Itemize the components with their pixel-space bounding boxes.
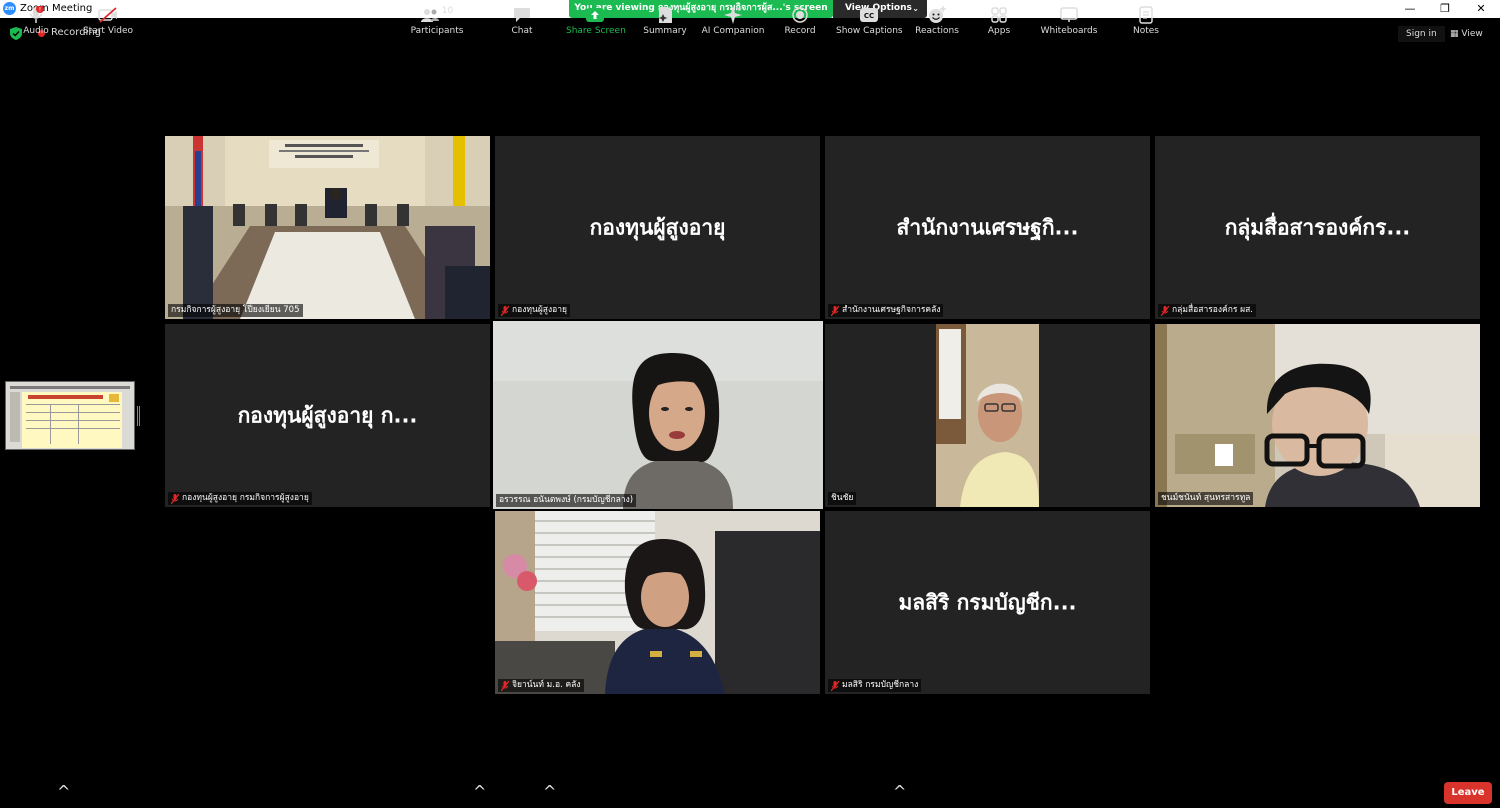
video-tile-participant[interactable]: มลสิริ กรมบัญชีก... มลสิริ กรมบัญชีกลาง (825, 511, 1150, 694)
apps-button[interactable]: Apps (985, 6, 1013, 38)
chat-options-caret[interactable]: ^ (543, 782, 556, 808)
share-screen-button[interactable]: Share Screen (566, 6, 626, 38)
participant-name-label: กรมกิจการผู้สูงอายุ โปียงเยียน 705 (168, 304, 303, 317)
meeting-toolbar (0, 770, 1500, 808)
participants-icon (420, 9, 439, 22)
woman-uniform-video (495, 511, 820, 694)
chat-bubble-icon (514, 8, 530, 22)
video-tile-participant[interactable]: กลุ่มสื่อสารองค์กร... กลุ่มสื่อสารองค์กร… (1155, 136, 1480, 319)
shared-document-preview (6, 382, 134, 449)
apps-icon (991, 7, 1007, 23)
participant-name-label: จิยาน์นท์ ม.อ. คลัง (498, 679, 584, 692)
woman-speaking-video (493, 321, 823, 509)
man-glasses-video (1155, 324, 1480, 507)
elderly-man-video (825, 324, 1150, 507)
restore-button[interactable]: ❐ (1425, 0, 1465, 18)
whiteboard-icon (1060, 7, 1078, 22)
thumbnail-drag-handle[interactable] (137, 406, 140, 426)
mic-muted-icon (831, 305, 839, 316)
mic-muted-icon (171, 493, 179, 504)
notes-icon (1139, 6, 1153, 24)
closed-captions-icon: CC (860, 8, 878, 22)
start-video-button[interactable]: Start Video (82, 6, 134, 38)
view-layout-button[interactable]: ▦ View (1450, 26, 1483, 42)
participant-display-name: มลสิริ กรมบัญชีก... (898, 590, 1077, 614)
ai-companion-button[interactable]: AI Companion (700, 6, 766, 38)
audio-options-caret[interactable]: ^ (57, 782, 70, 808)
close-button[interactable]: ✕ (1461, 0, 1500, 18)
record-icon (792, 7, 808, 23)
video-tile-conference-room[interactable]: กรมกิจการผู้สูงอายุ โปียงเยียน 705 (165, 136, 490, 319)
participant-display-name: กลุ่มสื่อสารองค์กร... (1224, 215, 1411, 239)
participant-name-label: กลุ่มสื่อสารองค์กร ผส. (1158, 304, 1257, 317)
show-captions-button[interactable]: CC Show Captions (836, 6, 903, 38)
chat-button[interactable]: Chat (507, 6, 537, 38)
participant-name-label: กองทุนผู้สูงอายุ (498, 304, 570, 317)
zoom-logo-icon: zm (3, 2, 16, 15)
video-tile-participant[interactable]: สำนักงานเศรษฐกิ... สำนักงานเศรษฐกิจการคล… (825, 136, 1150, 319)
whiteboards-button[interactable]: Whiteboards (1038, 6, 1100, 38)
participant-name-label: อรวรรณ อนันตพงษ์ (กรมบัญชีกลาง) (496, 494, 637, 507)
participant-name-label: กองทุนผู้สูงอายุ กรมกิจการผู้สูงอายุ (168, 492, 312, 505)
mic-muted-icon (501, 680, 509, 691)
leave-button[interactable]: Leave (1444, 782, 1492, 804)
mic-muted-icon (1161, 305, 1169, 316)
shared-screen-thumbnail[interactable] (5, 381, 135, 450)
video-tile-participant[interactable]: กองทุนผู้สูงอายุ กองทุนผู้สูงอายุ (495, 136, 820, 319)
participants-button[interactable]: 10 Participants (410, 6, 464, 38)
participant-name-label: มลสิริ กรมบัญชีกลาง (828, 679, 922, 692)
video-tile-participant[interactable]: กองทุนผู้สูงอายุ ก... กองทุนผู้สูงอายุ ก… (165, 324, 490, 507)
participant-name-label: สำนักงานเศรษฐกิจการคลัง (828, 304, 944, 317)
svg-text:CC: CC (864, 12, 874, 20)
microphone-icon: ! (29, 6, 44, 23)
summary-button[interactable]: Summary (642, 6, 688, 38)
video-off-icon (98, 7, 117, 23)
share-screen-icon (586, 8, 604, 22)
sparkle-icon (724, 6, 742, 24)
captions-options-caret[interactable]: ^ (893, 782, 906, 808)
svg-text:!: ! (39, 7, 41, 14)
video-tile-active-speaker[interactable]: อรวรรณ อนันตพงษ์ (กรมบัญชีกลาง) (493, 321, 823, 509)
mic-muted-icon (501, 305, 509, 316)
record-button[interactable]: Record (780, 6, 820, 38)
grid-icon: ▦ (1450, 29, 1459, 39)
summary-document-icon (658, 7, 672, 23)
minimize-button[interactable]: — (1390, 0, 1430, 18)
notes-button[interactable]: Notes (1130, 6, 1162, 38)
participant-display-name: กองทุนผู้สูงอายุ (589, 215, 726, 239)
video-tile-participant[interactable]: ชนม์ชนันท์ สุนทรสารทูล (1155, 324, 1480, 507)
smiley-plus-icon (929, 6, 946, 23)
participant-display-name: สำนักงานเศรษฐกิ... (896, 215, 1079, 239)
participant-name-label: ชนม์ชนันท์ สุนทรสารทูล (1158, 492, 1254, 505)
view-label: View (1461, 29, 1483, 39)
participant-display-name: กองทุนผู้สูงอายุ ก... (237, 403, 418, 427)
video-tile-participant[interactable]: ชินชัย (825, 324, 1150, 507)
reactions-button[interactable]: Reactions (914, 6, 960, 38)
participants-options-caret[interactable]: ^ (473, 782, 486, 808)
sign-in-button[interactable]: Sign in (1398, 26, 1445, 42)
conference-room-video (165, 136, 490, 319)
video-tile-participant[interactable]: จิยาน์นท์ ม.อ. คลัง (495, 511, 820, 694)
participant-name-label: ชินชัย (828, 492, 857, 505)
mic-muted-icon (831, 680, 839, 691)
participants-count: 10 (441, 6, 454, 16)
audio-button[interactable]: ! Audio (18, 6, 54, 38)
